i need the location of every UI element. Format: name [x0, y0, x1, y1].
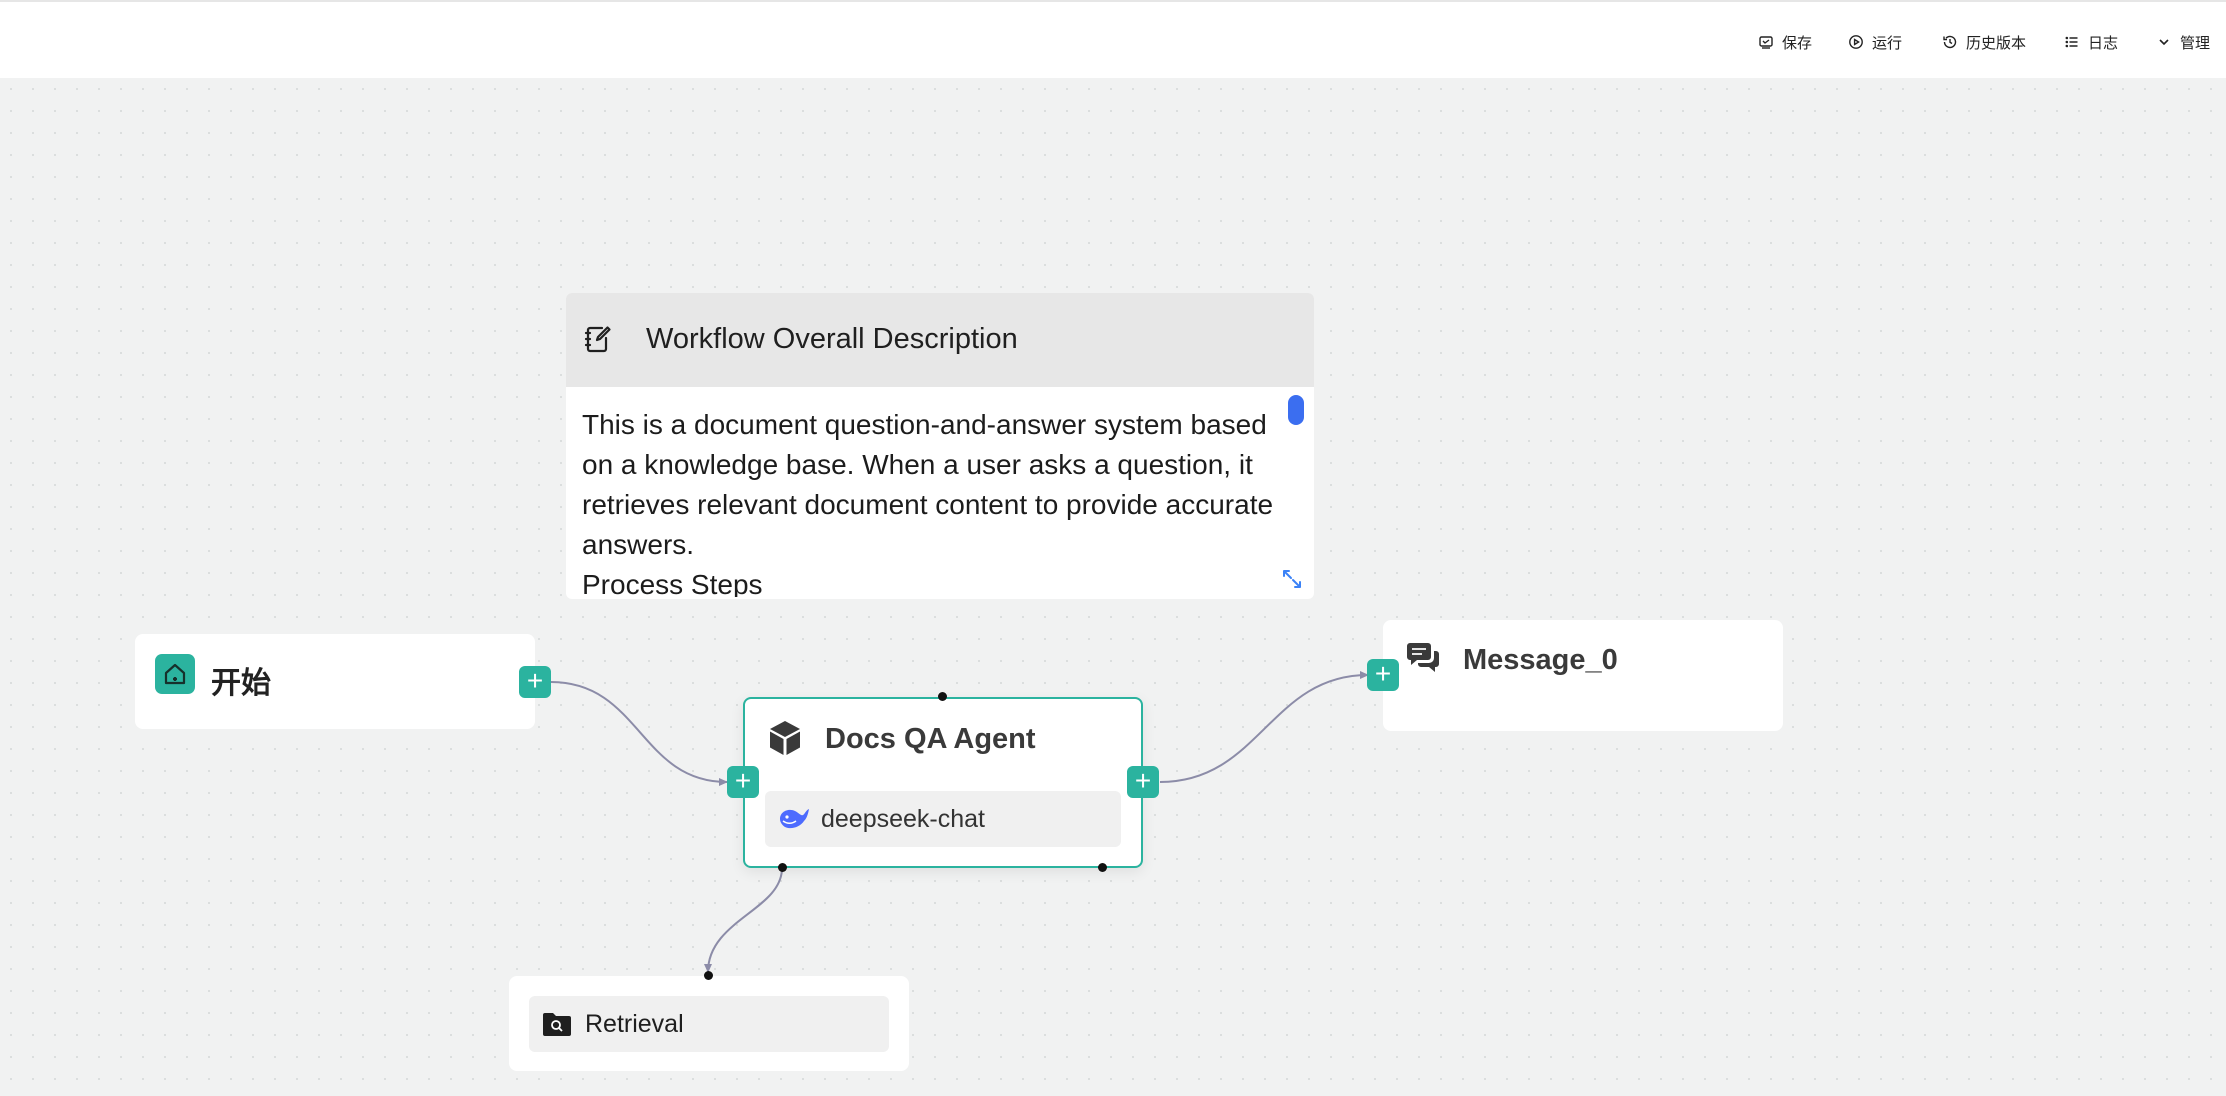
cube-icon	[770, 721, 800, 755]
agent-output-handle[interactable]: +	[1127, 766, 1159, 798]
run-label: 运行	[1872, 34, 1903, 52]
start-node[interactable]: 开始	[135, 634, 535, 729]
logs-label: 日志	[2088, 34, 2119, 52]
manage-label: 管理	[2180, 34, 2211, 52]
history-icon	[1943, 35, 1957, 49]
retrieval-input-port[interactable]	[704, 971, 713, 980]
folder-search-icon	[543, 1013, 571, 1036]
expand-icon[interactable]	[1280, 567, 1304, 591]
retrieval-chip[interactable]: Retrieval	[529, 996, 889, 1052]
agent-top-port[interactable]	[938, 692, 947, 701]
list-icon	[2065, 36, 2078, 48]
whale-icon	[780, 809, 809, 829]
top-toolbar: 保存 运行 历史版本 日志 管理	[0, 0, 2226, 78]
message-input-handle[interactable]: +	[1367, 659, 1399, 691]
note-header: Workflow Overall Description	[566, 293, 1314, 387]
run-button[interactable]: 运行	[1848, 28, 1902, 56]
description-note[interactable]: Workflow Overall Description This is a d…	[566, 293, 1314, 599]
chat-bubbles-icon	[1407, 643, 1439, 672]
note-edit-icon	[584, 326, 611, 353]
agent-input-handle[interactable]: +	[727, 766, 759, 798]
plus-icon: +	[734, 765, 752, 796]
model-chip[interactable]: deepseek-chat	[765, 791, 1121, 847]
agent-bottom-left-port[interactable]	[778, 863, 787, 872]
manage-button[interactable]: 管理	[2156, 28, 2210, 56]
agent-node-label: Docs QA Agent	[825, 723, 1036, 755]
note-title: Workflow Overall Description	[646, 323, 1018, 355]
home-icon	[155, 654, 195, 694]
play-circle-icon	[1849, 35, 1863, 49]
retrieval-node[interactable]: Retrieval	[509, 976, 909, 1071]
chevron-down-icon	[2159, 39, 2169, 46]
agent-bottom-right-port[interactable]	[1098, 863, 1107, 872]
history-button[interactable]: 历史版本	[1942, 28, 2026, 56]
plus-icon: +	[1374, 658, 1392, 689]
note-scrollbar[interactable]	[1288, 395, 1304, 425]
plus-icon: +	[1134, 765, 1152, 796]
history-label: 历史版本	[1966, 34, 2027, 52]
save-icon	[1759, 36, 1773, 49]
logs-button[interactable]: 日志	[2064, 28, 2118, 56]
save-button[interactable]: 保存	[1758, 28, 1812, 56]
retrieval-node-label: Retrieval	[585, 1010, 684, 1038]
save-label: 保存	[1782, 34, 1813, 52]
note-body: This is a document question-and-answer s…	[582, 409, 1274, 597]
start-node-label: 开始	[211, 667, 271, 700]
agent-node[interactable]: Docs QA Agent deepseek-chat	[743, 697, 1143, 868]
plus-icon: +	[526, 665, 544, 696]
message-node[interactable]: Message_0	[1383, 620, 1783, 731]
message-node-label: Message_0	[1463, 644, 1618, 676]
start-add-handle[interactable]: +	[519, 666, 551, 698]
model-name: deepseek-chat	[821, 805, 986, 833]
